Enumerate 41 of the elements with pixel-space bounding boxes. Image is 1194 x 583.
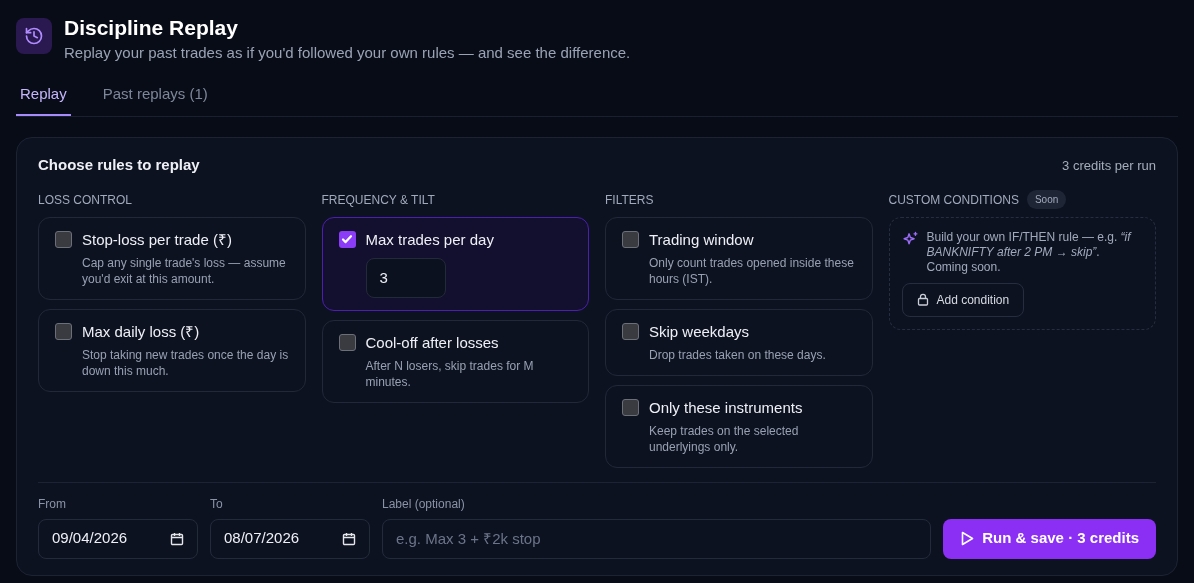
rule-card[interactable]: Only these instruments Keep trades on the selected underlyings only.	[605, 384, 873, 468]
rule-title: Stop-loss per trade (₹)	[82, 229, 233, 250]
rule-description: Cap any single trade's loss — assume you'd exit at this amount.	[82, 254, 287, 287]
tab[interactable]: Replay	[16, 82, 71, 116]
field-label: Label (optional)	[382, 495, 466, 513]
group-heading: FILTERS	[605, 191, 654, 209]
rule-description: Drop trades taken on these days.	[649, 346, 826, 363]
run-save-button[interactable]: Run & save · 3 credits	[943, 518, 1156, 559]
field-label: To	[210, 495, 224, 513]
rule-card[interactable]: Skip weekdays Drop trades taken on these days.	[605, 308, 873, 376]
rule-description: Keep trades on the selected underlyings only.	[649, 422, 800, 455]
soon-badge: Soon	[1026, 190, 1067, 209]
tab[interactable]: Past replays (1)	[98, 82, 212, 116]
credits-note: 3 credits per run	[1062, 156, 1156, 175]
rule-title: Only these instruments	[649, 397, 804, 418]
date-field[interactable]: 09/04/2026	[38, 518, 198, 559]
label-field[interactable]: e.g. Max 3 + ₹2k stop	[382, 518, 932, 559]
rule-title: Max daily loss (₹)	[82, 321, 201, 342]
rule-title: Cool-off after losses	[365, 332, 500, 353]
group-heading: LOSS CONTROL	[38, 191, 133, 209]
group-heading: CUSTOM CONDITIONS	[888, 191, 1019, 209]
page-subtitle: Replay your past trades as if you'd followed your own rules — and see the difference.	[64, 43, 631, 63]
rule-title: Max trades per day	[365, 229, 494, 250]
rule-card[interactable]: Max trades per day 3	[321, 216, 589, 311]
number-field[interactable]: 3	[365, 257, 446, 298]
rule-title: Skip weekdays	[649, 321, 751, 342]
date-field[interactable]: 08/07/2026	[210, 518, 370, 559]
rule-card[interactable]: Max daily loss (₹) Stop taking new trades once the day is down this much.	[38, 308, 306, 392]
custom-conditions-description: Build your own IF/THEN rule — e.g. “if BANKNIFTY after 2 PM → skip”. Coming soon.	[926, 229, 1133, 275]
rule-card[interactable]: Stop-loss per trade (₹) Cap any single trade's loss — assume you'd exit at this amount.	[38, 216, 306, 300]
rule-card[interactable]: Cool-off after losses After N losers, skip trades for M minutes.	[321, 319, 589, 403]
field-label: From	[38, 495, 67, 513]
group-heading: FREQUENCY & TILT	[321, 191, 435, 209]
rule-description: Only count trades opened inside these hours (IST).	[649, 254, 855, 287]
rule-description: After N losers, skip trades for M minutes.	[365, 357, 535, 390]
rule-card[interactable]: Trading window Only count trades opened inside these hours (IST).	[605, 216, 873, 300]
rule-title: Trading window	[649, 229, 755, 250]
card-title: Choose rules to replay	[38, 155, 200, 175]
rule-description: Stop taking new trades once the day is down this much.	[82, 346, 289, 379]
add-condition-button[interactable]: Add condition	[901, 282, 1025, 317]
page-title: Discipline Replay	[64, 15, 239, 41]
